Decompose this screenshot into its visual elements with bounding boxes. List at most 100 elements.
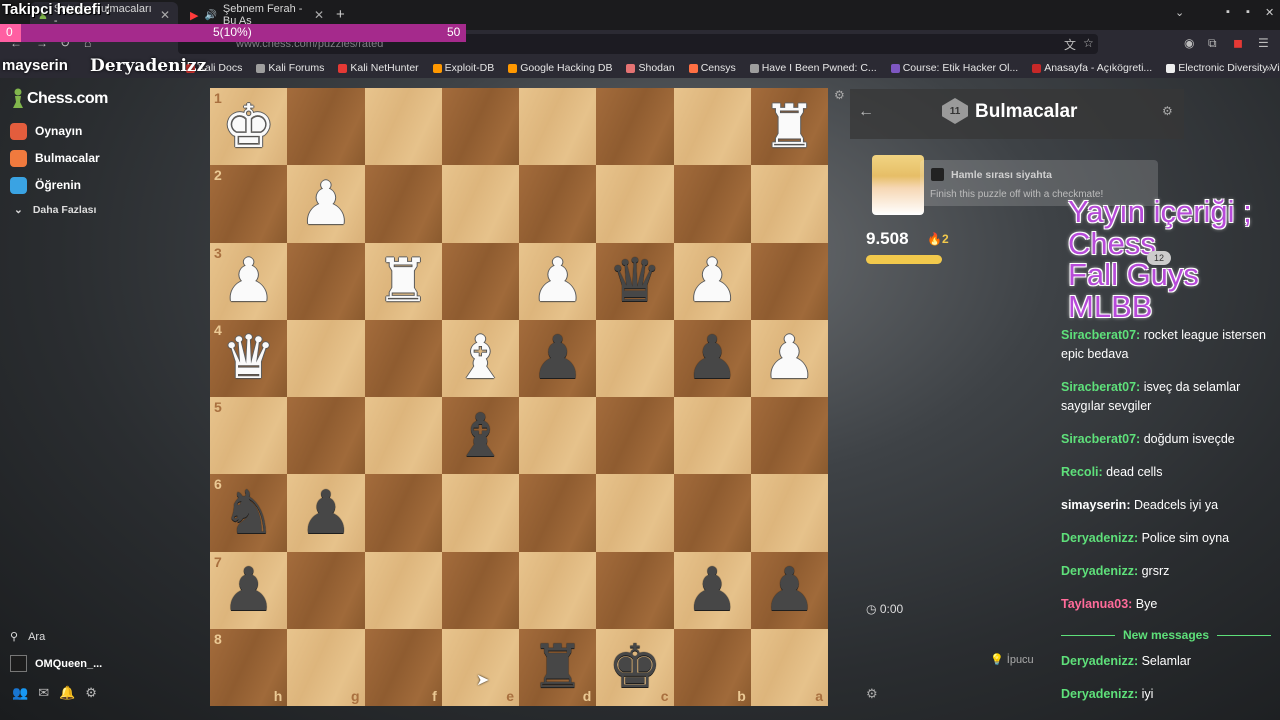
board-square-h1[interactable]: 1 ♚ <box>210 88 288 166</box>
board-square-b7[interactable]: ♟ <box>673 551 751 629</box>
white-pawn-icon[interactable]: ♟ <box>531 251 585 311</box>
white-bishop-icon[interactable]: ♝ <box>453 328 507 388</box>
board-square-f3[interactable]: ♜ <box>364 242 442 320</box>
black-pawn-icon[interactable]: ♟ <box>222 560 276 620</box>
board-square-b8[interactable]: b <box>673 628 751 706</box>
black-king-icon[interactable]: ♚ <box>608 637 662 697</box>
bookmark-item[interactable]: Electronic Diversity Visa <box>1166 62 1280 74</box>
board-square-g4[interactable] <box>287 319 365 397</box>
board-square-f1[interactable] <box>364 88 442 166</box>
board-square-e1[interactable] <box>441 88 519 166</box>
menu-icon[interactable]: ☰ <box>1258 36 1269 50</box>
black-rook-icon[interactable]: ♜ <box>531 637 585 697</box>
white-rook-icon[interactable]: ♜ <box>376 251 430 311</box>
bookmark-item[interactable]: Anasayfa - Açıkögreti... <box>1032 62 1152 74</box>
white-pawn-icon[interactable]: ♟ <box>222 251 276 311</box>
tab-list-chevron-icon[interactable]: ⌄ <box>1175 6 1184 19</box>
board-square-h3[interactable]: 3 ♟ <box>210 242 288 320</box>
black-pawn-icon[interactable]: ♟ <box>299 483 353 543</box>
chat-username[interactable]: Siracberat07: <box>1061 432 1140 446</box>
chat-username[interactable]: Deryadenizz: <box>1061 654 1138 668</box>
board-square-a5[interactable] <box>750 397 828 475</box>
board-square-g6[interactable]: ♟ <box>287 474 365 552</box>
board-square-g1[interactable] <box>287 88 365 166</box>
gear-icon[interactable]: ⚙ <box>866 686 878 702</box>
back-arrow-icon[interactable]: ← <box>858 103 874 121</box>
translate-icon[interactable]: 文 <box>1064 36 1076 53</box>
board-square-b6[interactable] <box>673 474 751 552</box>
board-square-d8[interactable]: d ♜ <box>519 628 597 706</box>
board-square-b5[interactable] <box>673 397 751 475</box>
board-square-f5[interactable] <box>364 397 442 475</box>
board-square-c7[interactable] <box>596 551 674 629</box>
board-square-h6[interactable]: 6 ♞ <box>210 474 288 552</box>
new-messages-divider[interactable]: New messages <box>1061 628 1271 642</box>
board-square-g2[interactable]: ♟ <box>287 165 365 243</box>
board-square-d2[interactable] <box>519 165 597 243</box>
chat-username[interactable]: Recoli: <box>1061 465 1103 479</box>
board-square-c2[interactable] <box>596 165 674 243</box>
bookmark-item[interactable]: Have I Been Pwned: C... <box>749 62 877 74</box>
board-square-c5[interactable] <box>596 397 674 475</box>
board-square-c8[interactable]: c ♚ <box>596 628 674 706</box>
extensions-icon[interactable]: ⧉ <box>1208 36 1217 51</box>
black-queen-icon[interactable]: ♛ <box>608 251 662 311</box>
chess-logo[interactable]: Chess.com <box>12 88 108 110</box>
bookmark-item[interactable]: Exploit-DB <box>432 62 494 74</box>
board-square-f2[interactable] <box>364 165 442 243</box>
hint-button[interactable]: 💡 İpucu <box>990 653 1034 666</box>
board-square-f6[interactable] <box>364 474 442 552</box>
board-square-g3[interactable] <box>287 242 365 320</box>
black-bishop-icon[interactable]: ♝ <box>453 406 507 466</box>
board-square-e6[interactable] <box>441 474 519 552</box>
board-square-e7[interactable] <box>441 551 519 629</box>
board-square-c3[interactable]: ♛ <box>596 242 674 320</box>
board-square-a7[interactable]: ♟ <box>750 551 828 629</box>
close-window-icon[interactable]: ✕ <box>1265 6 1274 19</box>
bookmark-star-icon[interactable]: ☆ <box>1083 36 1094 50</box>
black-pawn-icon[interactable]: ♟ <box>685 328 739 388</box>
bell-icon[interactable]: 🔔 <box>59 685 75 701</box>
board-square-a8[interactable]: a <box>750 628 828 706</box>
sidebar-search[interactable]: ⚲ Ara <box>10 630 45 644</box>
panel-options-icon[interactable]: ⚙ <box>1162 104 1173 118</box>
maximize-icon[interactable]: ▪ <box>1246 6 1250 18</box>
board-square-f4[interactable] <box>364 319 442 397</box>
board-square-h7[interactable]: 7 ♟ <box>210 551 288 629</box>
board-square-h4[interactable]: 4 ♛ <box>210 319 288 397</box>
black-pawn-icon[interactable]: ♟ <box>531 328 585 388</box>
board-square-g7[interactable] <box>287 551 365 629</box>
bookmark-item[interactable]: Shodan <box>626 62 675 74</box>
close-icon[interactable]: ✕ <box>314 8 324 22</box>
new-tab-icon[interactable]: + <box>336 6 345 23</box>
board-settings-gear-icon[interactable]: ⚙ <box>834 88 845 102</box>
bookmark-item[interactable]: Kali NetHunter <box>338 62 419 74</box>
account-icon[interactable]: ◉ <box>1184 36 1194 50</box>
board-square-a2[interactable] <box>750 165 828 243</box>
board-square-a4[interactable]: ♟ <box>750 319 828 397</box>
board-square-b1[interactable] <box>673 88 751 166</box>
white-king-icon[interactable]: ♚ <box>222 97 276 157</box>
board-square-g5[interactable] <box>287 397 365 475</box>
close-icon[interactable]: ✕ <box>160 8 170 22</box>
board-square-c1[interactable] <box>596 88 674 166</box>
ublock-icon[interactable]: ◼ <box>1233 36 1243 50</box>
bookmark-item[interactable]: Google Hacking DB <box>508 62 612 74</box>
chat-username[interactable]: simayserin: <box>1061 498 1130 512</box>
black-knight-icon[interactable]: ♞ <box>222 483 276 543</box>
chat-username[interactable]: Deryadenizz: <box>1061 687 1138 701</box>
chat-username[interactable]: Taylanua03: <box>1061 597 1132 611</box>
board-square-e2[interactable] <box>441 165 519 243</box>
board-square-g8[interactable]: g <box>287 628 365 706</box>
board-square-d5[interactable] <box>519 397 597 475</box>
board-square-c4[interactable] <box>596 319 674 397</box>
board-square-e3[interactable] <box>441 242 519 320</box>
minimize-icon[interactable]: ▪ <box>1226 6 1230 18</box>
white-pawn-icon[interactable]: ♟ <box>762 328 816 388</box>
chat-username[interactable]: Deryadenizz: <box>1061 564 1138 578</box>
sidebar-more[interactable]: ⌄ Daha Fazlası <box>14 204 96 216</box>
board-square-c6[interactable] <box>596 474 674 552</box>
board-square-f8[interactable]: f <box>364 628 442 706</box>
white-queen-icon[interactable]: ♛ <box>222 328 276 388</box>
board-square-a1[interactable]: ♜ <box>750 88 828 166</box>
